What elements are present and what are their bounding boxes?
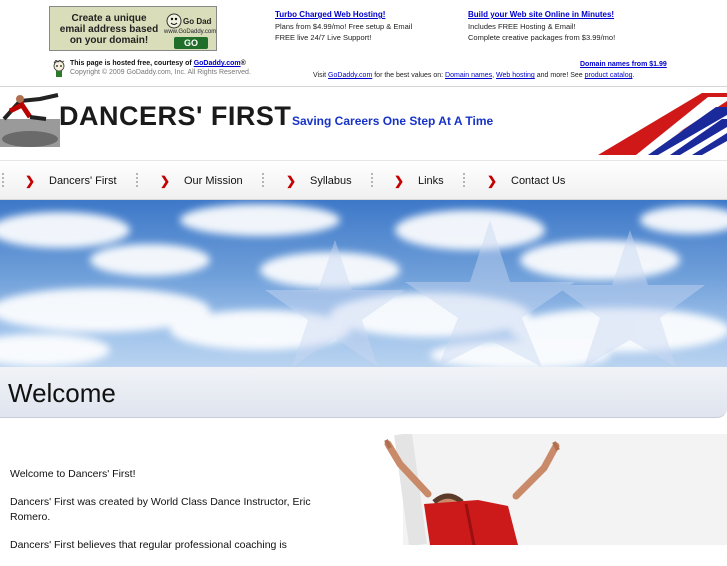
- site-tagline: Saving Careers One Step At A Time: [292, 114, 494, 128]
- clouds-and-stars-image: [0, 204, 727, 367]
- page-title: Welcome: [8, 378, 116, 408]
- godaddy-mascot-icon: [53, 60, 65, 77]
- website-builder-ad: Build your Web site Online in Minutes! I…: [468, 9, 615, 44]
- welcome-heading-bar: Welcome: [0, 367, 727, 418]
- welcome-paragraph-3: Dancers' First believes that regular pro…: [10, 539, 287, 551]
- visit-godaddy-link[interactable]: GoDaddy.com: [328, 72, 372, 79]
- flag-stripes-icon: [598, 93, 727, 155]
- nav-divider: [2, 173, 6, 187]
- banner-text: Create a unique email address based on y…: [59, 13, 159, 46]
- svg-text:Go Daddy: Go Daddy: [183, 17, 212, 26]
- website-builder-ad-line2: Complete creative packages from $3.99/mo…: [468, 33, 616, 42]
- welcome-content: Welcome to Dancers' First! Dancers' Firs…: [10, 467, 330, 566]
- domain-names-link[interactable]: Domain names from $1.99: [580, 61, 667, 68]
- website-builder-ad-link[interactable]: Build your Web site Online in Minutes!: [468, 10, 614, 19]
- copyright-text: Copyright © 2009 GoDaddy.com, Inc. All R…: [70, 69, 251, 76]
- web-hosting-link[interactable]: Web hosting: [496, 72, 535, 79]
- welcome-paragraph-1: Welcome to Dancers' First!: [10, 468, 136, 480]
- hosting-ad-link[interactable]: Turbo Charged Web Hosting!: [275, 10, 385, 19]
- hosted-godaddy-link[interactable]: GoDaddy.com: [194, 60, 241, 67]
- nav-divider: [463, 173, 467, 187]
- chevron-right-icon: ❯: [394, 174, 405, 188]
- nav-item-our-mission[interactable]: ❯ Our Mission: [160, 174, 243, 188]
- nav-item-links[interactable]: ❯ Links: [394, 174, 444, 188]
- nav-divider: [136, 173, 140, 187]
- chevron-right-icon: ❯: [286, 174, 297, 188]
- nav-divider: [371, 173, 375, 187]
- godaddy-email-banner[interactable]: Create a unique email address based on y…: [49, 6, 217, 51]
- chevron-right-icon: ❯: [25, 174, 36, 188]
- domain-names-catalog-link[interactable]: Domain names: [445, 72, 492, 79]
- nav-divider: [262, 173, 266, 187]
- dancer-logo-icon: [0, 93, 60, 147]
- website-builder-ad-line1: Includes FREE Hosting & Email!: [468, 21, 576, 31]
- welcome-paragraph-2: Dancers' First was created by World Clas…: [10, 496, 311, 523]
- chevron-right-icon: ❯: [160, 174, 171, 188]
- site-header: DANCERS' FIRST Saving Careers One Step A…: [0, 87, 727, 159]
- site-title: DANCERS' FIRST: [59, 101, 292, 131]
- banner-url: www.GoDaddy.com: [164, 29, 217, 35]
- dancer-photo: [384, 434, 727, 545]
- nav-item-syllabus[interactable]: ❯ Syllabus: [286, 174, 352, 188]
- banner-go-button[interactable]: GO: [174, 37, 208, 49]
- product-catalog-link[interactable]: product catalog: [585, 72, 633, 79]
- hosting-ad-line1: Plans from $4.99/mo! Free setup & Email: [275, 21, 413, 31]
- nav-item-dancers-first[interactable]: ❯ Dancers' First: [25, 174, 117, 188]
- main-nav: ❯ Dancers' First ❯ Our Mission ❯ Syllabu…: [0, 160, 727, 200]
- nav-item-contact-us[interactable]: ❯ Contact Us: [487, 174, 565, 188]
- chevron-right-icon: ❯: [487, 174, 498, 188]
- hosting-ad: Turbo Charged Web Hosting! Plans from $4…: [275, 9, 412, 44]
- hosting-ad-line2: FREE live 24/7 Live Support!: [275, 33, 372, 42]
- hosted-notice: This page is hosted free, courtesy of Go…: [52, 60, 251, 77]
- visit-godaddy-text: Visit GoDaddy.com for the best values on…: [313, 72, 635, 79]
- godaddy-logo-icon: Go Daddy: [166, 13, 212, 29]
- hero-sky-banner: [0, 200, 727, 367]
